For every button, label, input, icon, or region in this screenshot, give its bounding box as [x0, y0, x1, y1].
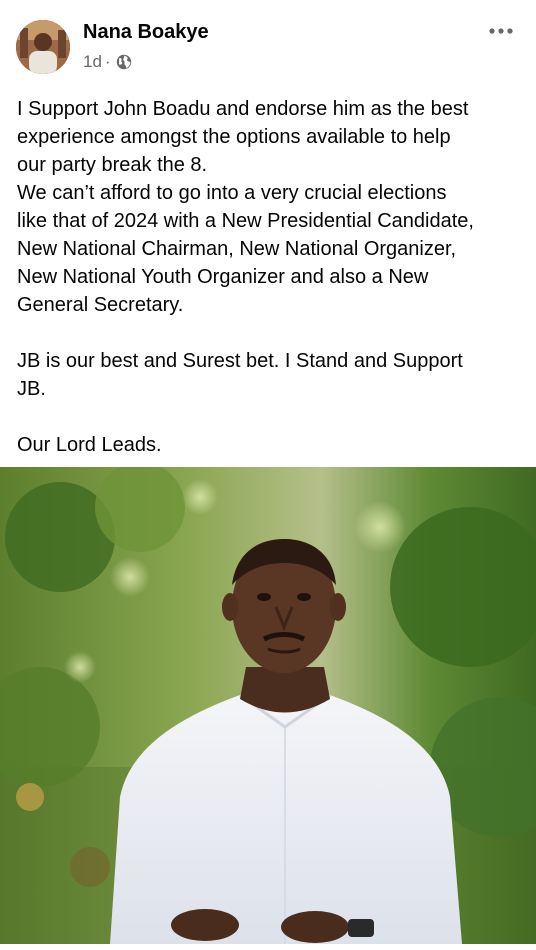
- post-card: Nana Boakye 1d · I Support John Boadu an…: [0, 0, 536, 950]
- more-options-button[interactable]: [484, 20, 518, 42]
- meta-separator: ·: [104, 52, 111, 71]
- photo-bottom-border: [0, 944, 536, 950]
- more-options-icon: [489, 28, 513, 34]
- post-text-line: New National Youth Organizer and also a …: [17, 266, 429, 288]
- post-text-line: New National Chairman, New National Orga…: [17, 238, 457, 260]
- post-text-line: JB is our best and Surest bet. I Stand a…: [17, 350, 463, 372]
- post-header: Nana Boakye 1d ·: [0, 0, 536, 84]
- globe-icon: [116, 54, 131, 70]
- post-text-blank-line: [17, 319, 522, 347]
- post-text-line: our party break the 8.: [17, 154, 208, 176]
- author-avatar[interactable]: [16, 20, 70, 74]
- post-text-line: We can’t afford to go into a very crucia…: [17, 182, 447, 204]
- post-text: I Support John Boadu and endorse him as …: [17, 95, 522, 459]
- profile-photo-icon: [16, 20, 70, 74]
- post-text-line: I Support John Boadu and endorse him as …: [17, 98, 469, 120]
- post-text-blank-line: [17, 403, 522, 431]
- post-text-line: JB.: [17, 378, 46, 400]
- post-time[interactable]: 1d: [83, 52, 102, 72]
- portrait-photo: [0, 467, 536, 944]
- post-text-line: General Secretary.: [17, 294, 184, 316]
- post-meta: 1d ·: [83, 51, 132, 73]
- author-name[interactable]: Nana Boakye: [83, 21, 209, 44]
- post-photo[interactable]: [0, 467, 536, 944]
- post-text-line: Our Lord Leads.: [17, 434, 162, 456]
- post-text-line: experience amongst the options available…: [17, 126, 451, 148]
- post-text-line: like that of 2024 with a New Presidentia…: [17, 210, 474, 232]
